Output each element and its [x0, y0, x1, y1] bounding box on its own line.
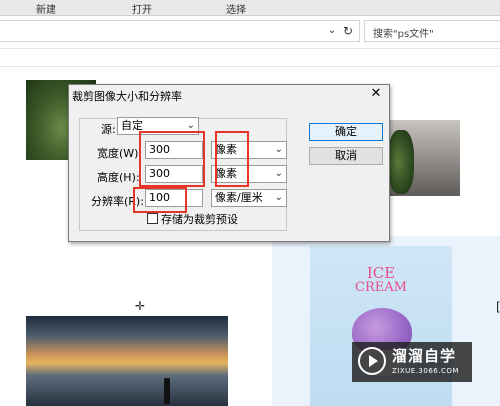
menu-item-open[interactable]: 打开 [132, 1, 152, 16]
highlight-box [215, 131, 249, 187]
ok-button[interactable]: 确定 [309, 123, 383, 141]
width-label: 宽度(W): [97, 147, 143, 160]
dialog-title: 裁剪图像大小和分辨率 [72, 90, 182, 103]
divider [0, 66, 500, 67]
search-placeholder: 搜索"ps文件" [373, 29, 434, 40]
text-cursor-icon: [ [496, 300, 500, 314]
image-thumbnail-ice-cream[interactable]: ICE CREAM [310, 246, 452, 406]
address-bar[interactable] [0, 20, 360, 42]
watermark: 溜溜自学 ZIXUE.3066.COM [352, 342, 472, 382]
highlight-box [133, 187, 187, 213]
crop-size-resolution-dialog: 裁剪图像大小和分辨率 ✕ 源: 自定 ⌄ 宽度(W): 300 像素 ⌄ 高度(… [68, 84, 390, 242]
menu-item-select[interactable]: 选择 [226, 1, 246, 16]
cream-text: CREAM [355, 280, 407, 295]
resolution-unit-value: 像素/厘米 [215, 191, 263, 204]
highlight-box [139, 131, 205, 187]
resolution-unit-select[interactable]: 像素/厘米 ⌄ [211, 189, 287, 207]
chevron-down-icon: ⌄ [274, 168, 283, 179]
play-logo-icon [358, 347, 386, 375]
save-preset-checkbox[interactable] [147, 213, 158, 224]
chevron-down-icon: ⌄ [274, 192, 283, 203]
chevron-down-icon: ⌄ [274, 144, 283, 155]
image-thumbnail[interactable] [388, 120, 460, 196]
divider [0, 48, 500, 49]
top-menu-strip: 新建 打开 选择 [0, 0, 500, 16]
height-label: 高度(H): [97, 171, 140, 184]
image-thumbnail-sunset[interactable] [26, 316, 228, 406]
refresh-icon[interactable]: ↻ [340, 22, 356, 40]
watermark-name: 溜溜自学 [392, 347, 457, 365]
menu-item-new[interactable]: 新建 [36, 1, 56, 16]
source-label: 源: [101, 123, 116, 136]
close-icon[interactable]: ✕ [368, 85, 384, 103]
save-preset-label: 存储为裁剪预设 [161, 213, 238, 226]
chevron-down-icon[interactable]: ⌄ [326, 24, 338, 38]
search-input[interactable]: 搜索"ps文件" [364, 20, 500, 42]
crosshair-cursor-icon: ✛ [135, 299, 146, 313]
watermark-site: ZIXUE.3066.COM [392, 367, 459, 375]
cancel-button[interactable]: 取消 [309, 147, 383, 165]
